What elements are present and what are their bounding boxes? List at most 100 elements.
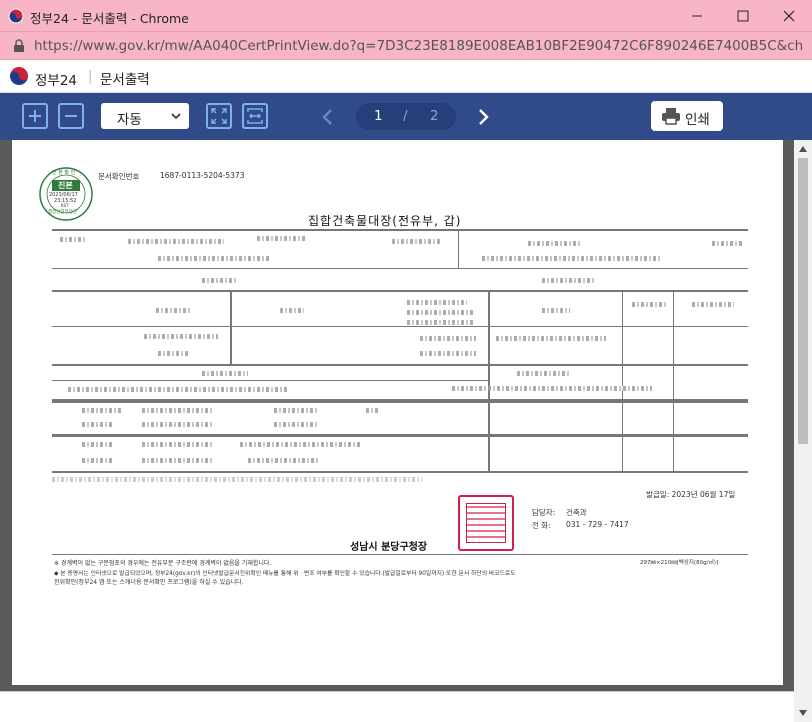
minimize-button[interactable] — [674, 0, 720, 32]
table-cell — [496, 336, 606, 341]
table-cell — [82, 408, 122, 413]
table-cell — [280, 308, 304, 313]
address-bar[interactable]: https://www.gov.kr/mw/AA040CertPrintView… — [0, 32, 812, 60]
table-border — [673, 292, 674, 472]
table-cell — [712, 241, 744, 246]
table-cell — [274, 422, 318, 427]
table-border — [52, 399, 748, 403]
next-page-button[interactable] — [473, 107, 493, 127]
cert-number: 1687-0113-5204-5373 — [160, 171, 245, 180]
chevron-down-icon — [171, 113, 181, 120]
table-border — [52, 326, 748, 327]
app-header: 정부24 | 문서출력 — [0, 60, 812, 93]
page-gap — [0, 691, 812, 722]
table-cell — [156, 308, 192, 313]
viewer-toolbar: 자동 1 / 2 인쇄 — [0, 93, 812, 140]
table-border — [230, 292, 232, 364]
table-cell — [407, 320, 473, 325]
scroll-up-icon[interactable] — [798, 145, 808, 153]
table-cell — [142, 458, 212, 463]
current-page[interactable]: 1 — [374, 108, 383, 124]
minimize-icon — [692, 15, 702, 17]
table-cell — [452, 386, 652, 391]
maximize-icon — [737, 10, 749, 22]
table-footnote — [52, 477, 422, 482]
table-cell — [528, 241, 582, 246]
zoom-out-button[interactable] — [58, 103, 84, 129]
fit-page-icon — [211, 108, 227, 124]
table-cell — [82, 422, 112, 427]
table-cell — [142, 442, 212, 447]
table-border — [52, 380, 488, 381]
table-border — [52, 290, 748, 292]
table-border — [488, 292, 490, 472]
table-cell — [82, 442, 112, 447]
note-line: ◆ 본 증명서는 인터넷으로 발급되었으며, 정부24(gov.kr)의 인터넷… — [54, 571, 516, 577]
header-separator: | — [88, 69, 93, 84]
official-seal-icon — [458, 495, 514, 551]
title-bar: 정부24 - 문서출력 - Chrome — [0, 0, 812, 32]
table-border-bottom — [52, 471, 748, 473]
gov24-logo-icon — [9, 66, 29, 86]
officer-label: 담당자: — [532, 508, 556, 517]
plus-icon — [29, 110, 41, 122]
url-text[interactable]: https://www.gov.kr/mw/AA040CertPrintView… — [34, 38, 804, 54]
issuer-name: 성남시 분당구청장 — [350, 542, 428, 553]
table-cell — [202, 371, 248, 376]
maximize-button[interactable] — [720, 0, 766, 32]
scroll-down-icon[interactable] — [798, 709, 808, 717]
table-cell — [420, 336, 476, 341]
scrollbar-thumb[interactable] — [798, 158, 808, 444]
document-page: 진 본 확 인 진본 2023/06/17 23:15:52 KST 행정안전부… — [12, 140, 783, 685]
minus-icon — [65, 115, 77, 117]
fit-width-button[interactable] — [242, 103, 268, 129]
table-cell — [366, 408, 380, 413]
table-cell — [392, 239, 442, 244]
table-cell — [144, 334, 218, 339]
table-border — [52, 364, 748, 366]
cert-number-label: 문서확인번호 — [98, 172, 140, 181]
table-cell — [692, 302, 734, 307]
page-indicator: 1 / 2 — [356, 103, 456, 130]
zoom-mode-select[interactable]: 자동 — [101, 103, 189, 129]
table-cell — [142, 408, 212, 413]
issue-date: 발급일: 2023년 06월 17일 — [646, 490, 736, 499]
phone-number: 031 - 729 - 7417 — [566, 520, 629, 529]
zoom-in-button[interactable] — [22, 103, 48, 129]
page-title: 문서출력 — [100, 72, 150, 88]
page-separator: / — [403, 108, 408, 124]
vertical-scrollbar[interactable] — [794, 140, 812, 722]
close-button[interactable] — [766, 0, 812, 32]
table-cell — [82, 458, 112, 463]
table-cell — [248, 458, 318, 463]
brand-name: 정부24 — [35, 73, 78, 89]
seal-bottom-text: 행정안전부장관 — [48, 210, 77, 215]
lock-icon — [14, 39, 24, 52]
table-cell — [158, 256, 270, 261]
seal-timezone: KST — [61, 203, 69, 208]
fit-page-button[interactable] — [206, 103, 232, 129]
table-border — [458, 231, 459, 269]
fit-width-icon — [247, 108, 263, 124]
table-cell — [407, 300, 467, 305]
table-cell — [420, 351, 476, 356]
table-cell — [632, 302, 666, 307]
prev-page-button[interactable] — [318, 107, 338, 127]
table-cell — [274, 408, 318, 413]
print-label: 인쇄 — [685, 112, 710, 128]
table-cell — [257, 236, 305, 241]
seal-top-text: 진 본 확 인 — [52, 170, 76, 176]
table-cell — [60, 237, 86, 242]
table-border — [622, 292, 623, 472]
notes-divider — [52, 554, 748, 555]
table-cell — [142, 422, 212, 427]
phone-label: 전 화: — [532, 521, 551, 530]
table-cell — [240, 442, 360, 447]
document-viewer[interactable]: 진 본 확 인 진본 2023/06/17 23:15:52 KST 행정안전부… — [0, 140, 812, 722]
table-cell — [517, 371, 571, 376]
zoom-mode-value: 자동 — [117, 112, 142, 128]
note-line: 진위확인(정부24 앱 또는 스캐너용 문서확인 프로그램)을 하실 수 있습니… — [54, 579, 244, 586]
seal-center-text: 진본 — [58, 181, 73, 190]
chevron-left-icon — [322, 109, 332, 125]
print-button[interactable]: 인쇄 — [651, 101, 723, 131]
